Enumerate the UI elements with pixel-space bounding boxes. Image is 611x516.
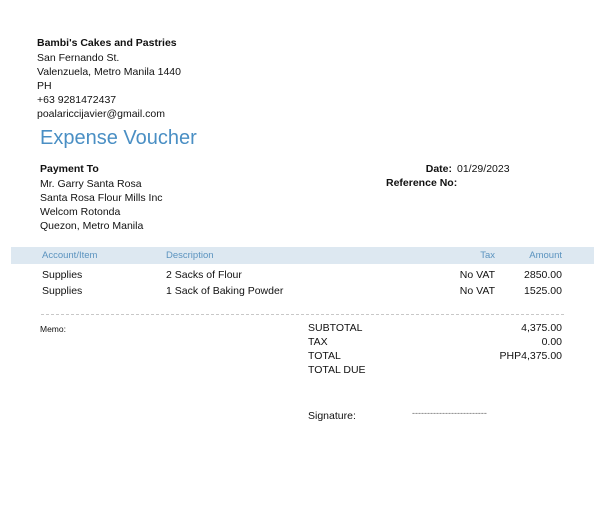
- date-label: Date:: [425, 163, 452, 175]
- company-address-line1: San Fernando St.: [37, 52, 120, 64]
- payee-line: Quezon, Metro Manila: [40, 220, 144, 232]
- signature-label: Signature:: [308, 410, 356, 422]
- company-name: Bambi's Cakes and Pastries: [37, 37, 177, 49]
- header-tax: Tax: [480, 250, 495, 261]
- payee-line: Mr. Garry Santa Rosa: [40, 178, 142, 190]
- total-due-label: TOTAL DUE: [308, 364, 366, 376]
- memo-label: Memo:: [40, 324, 66, 334]
- tax-label: TAX: [308, 336, 328, 348]
- row-account: Supplies: [42, 269, 83, 281]
- header-account: Account/Item: [42, 250, 98, 261]
- row-amount: 1525.00: [524, 285, 562, 297]
- header-description: Description: [166, 250, 214, 261]
- payee-heading: Payment To: [40, 163, 99, 175]
- company-phone: +63 9281472437: [37, 94, 117, 106]
- company-country: PH: [37, 80, 52, 92]
- subtotal-value: 4,375.00: [521, 322, 562, 334]
- total-label: TOTAL: [308, 350, 341, 362]
- table-header: Account/Item Description Tax Amount: [11, 247, 594, 264]
- company-address-line2: Valenzuela, Metro Manila 1440: [37, 66, 181, 78]
- payee-line: Santa Rosa Flour Mills Inc: [40, 192, 163, 204]
- table-divider: [41, 314, 564, 315]
- company-email: poalariccijavier@gmail.com: [37, 108, 165, 120]
- row-tax: No VAT: [459, 269, 495, 281]
- tax-value: 0.00: [541, 336, 562, 348]
- date-value: 01/29/2023: [457, 163, 510, 175]
- reference-label: Reference No:: [386, 177, 458, 189]
- signature-line: -------------------------: [412, 408, 487, 418]
- header-amount: Amount: [529, 250, 562, 261]
- row-description: 2 Sacks of Flour: [166, 269, 242, 281]
- subtotal-label: SUBTOTAL: [308, 322, 363, 334]
- document-title: Expense Voucher: [40, 127, 197, 149]
- payee-line: Welcom Rotonda: [40, 206, 121, 218]
- row-account: Supplies: [42, 285, 83, 297]
- row-amount: 2850.00: [524, 269, 562, 281]
- row-description: 1 Sack of Baking Powder: [166, 285, 284, 297]
- total-value: PHP4,375.00: [499, 350, 562, 362]
- row-tax: No VAT: [459, 285, 495, 297]
